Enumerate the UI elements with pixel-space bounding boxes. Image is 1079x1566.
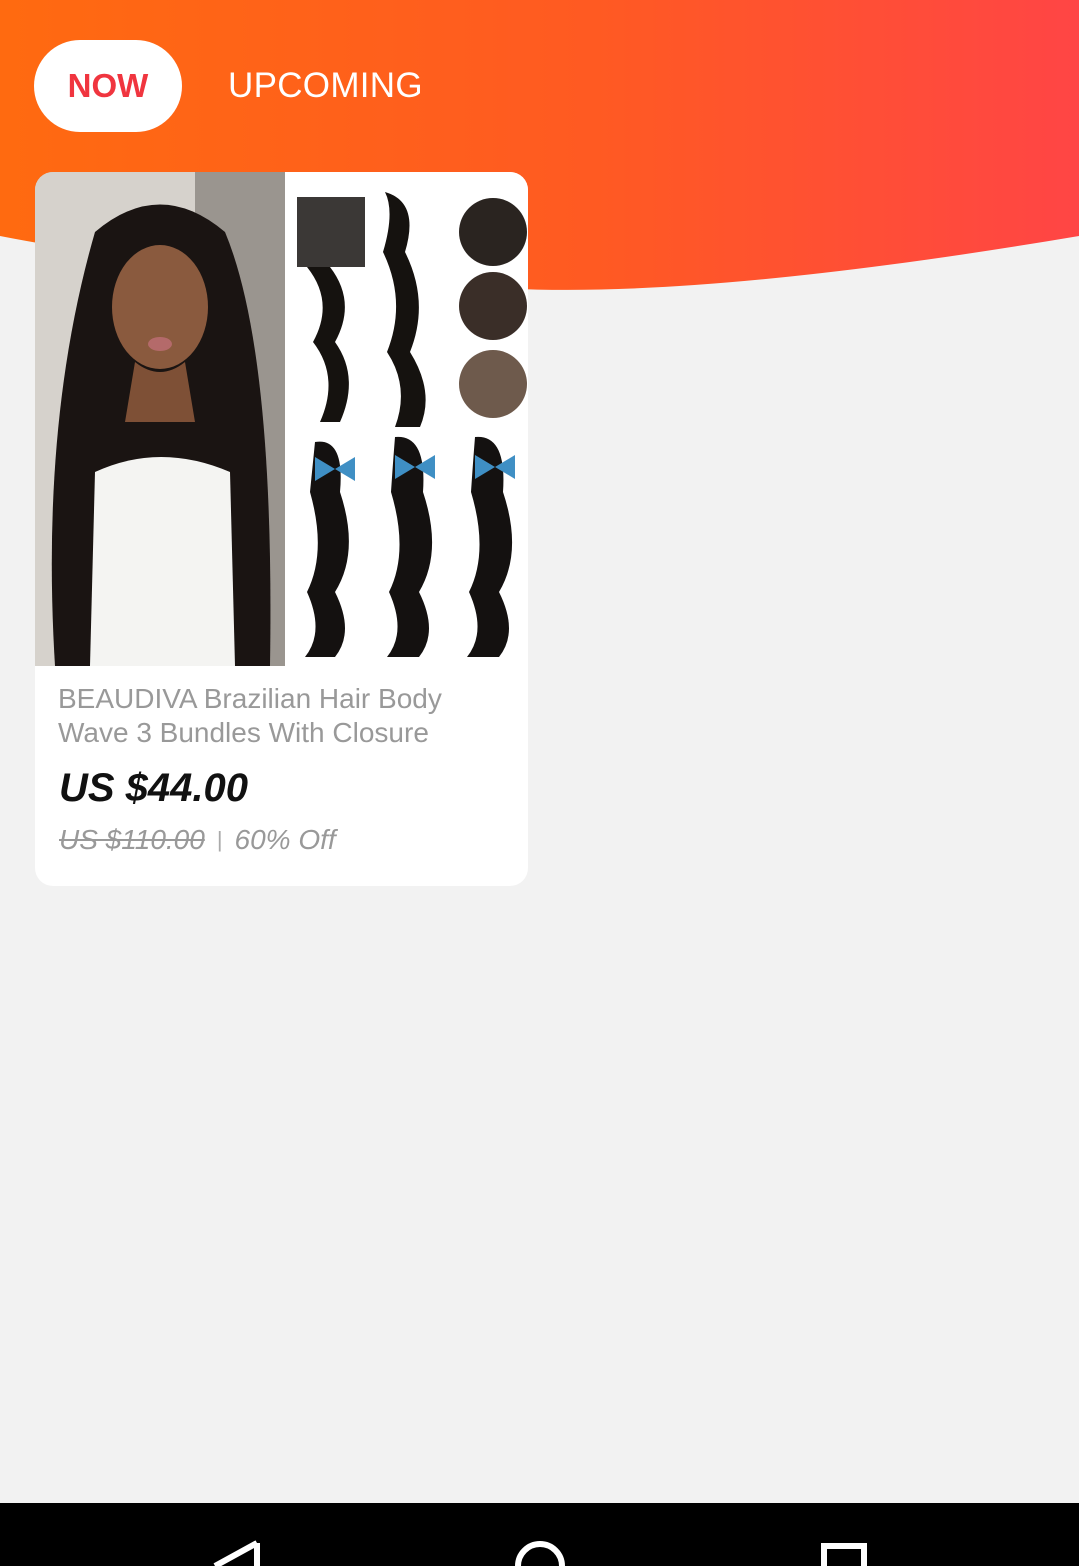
product-title: BEAUDIVA Brazilian Hair Body Wave 3 Bund… <box>58 683 442 748</box>
back-triangle-icon[interactable] <box>200 1503 270 1566</box>
tab-upcoming-label: UPCOMING <box>228 66 423 105</box>
discount-label: 60% Off <box>234 824 336 855</box>
system-navigation-bar <box>0 1503 1079 1566</box>
original-price: US $110.00 <box>59 824 205 855</box>
price-details: US $110.00 | 60% Off <box>59 824 336 856</box>
product-price: US $44.00 <box>59 766 249 810</box>
product-image <box>35 172 528 666</box>
tab-now[interactable]: NOW <box>34 40 182 132</box>
recents-square-icon[interactable] <box>810 1503 880 1566</box>
deal-tabs: NOW UPCOMING <box>34 40 423 132</box>
product-card[interactable]: BEAUDIVA Brazilian Hair Body Wave 3 Bund… <box>35 172 528 886</box>
home-circle-icon[interactable] <box>505 1503 575 1566</box>
tab-now-label: NOW <box>67 67 149 104</box>
flash-deals-page: NOW UPCOMING BEAUDIVA Brazilian Hair Bod… <box>0 0 1079 1566</box>
tab-upcoming[interactable]: UPCOMING <box>228 66 423 106</box>
price-separator: | <box>216 827 223 852</box>
